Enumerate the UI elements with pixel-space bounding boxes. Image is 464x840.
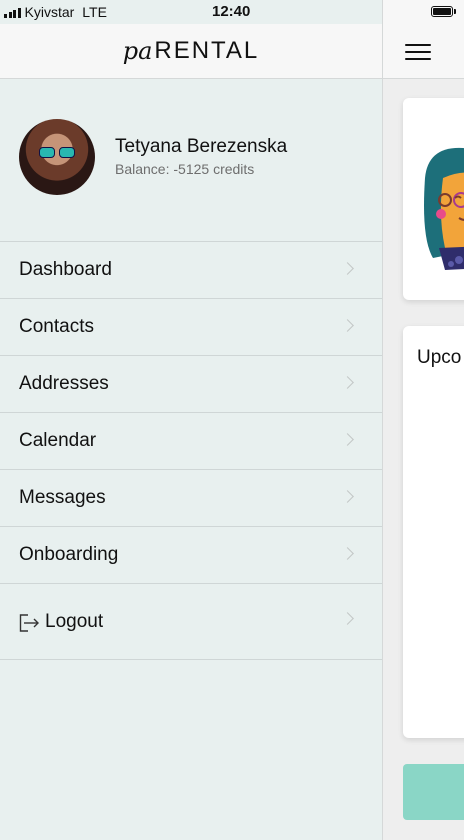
chevron-right-icon	[341, 262, 354, 275]
main-status-bar	[383, 0, 464, 24]
upcoming-card: Upco	[403, 326, 464, 738]
menu-item-label: Dashboard	[19, 259, 112, 280]
sunglasses-detail	[39, 147, 75, 158]
avatar	[19, 119, 95, 195]
network-type: LTE	[82, 4, 107, 20]
battery-cap	[454, 9, 456, 14]
chevron-right-icon	[341, 319, 354, 332]
profile-section: Tetyana Berezenska Balance: -5125 credit…	[0, 79, 382, 242]
menu-item-contacts[interactable]: Contacts	[0, 299, 382, 356]
menu-item-logout[interactable]: Logout	[0, 584, 382, 660]
illustration-card	[403, 98, 464, 300]
chevron-right-icon	[341, 490, 354, 503]
menu-item-dashboard[interactable]: Dashboard	[0, 242, 382, 299]
main-screen: Upco	[382, 0, 464, 840]
menu-item-addresses[interactable]: Addresses	[0, 356, 382, 413]
hamburger-icon[interactable]	[405, 44, 431, 60]
menu-item-label: Addresses	[19, 373, 109, 394]
logo-script-text: pa	[122, 37, 153, 65]
menu-item-label: Messages	[19, 487, 106, 508]
menu-item-label: Calendar	[19, 430, 97, 451]
primary-action-button[interactable]	[403, 764, 464, 820]
clock: 12:40	[212, 3, 251, 20]
status-bar: Kyivstar LTE 12:40	[0, 0, 382, 24]
menu-item-label: Onboarding	[19, 544, 119, 565]
character-illustration-icon	[424, 147, 464, 270]
logo-word-text: RENTAL	[154, 37, 260, 64]
menu-item-calendar[interactable]: Calendar	[0, 413, 382, 470]
chevron-right-icon	[341, 612, 354, 625]
side-drawer: Kyivstar LTE 12:40 pa RENTAL Tetyana Ber…	[0, 0, 382, 840]
chevron-right-icon	[341, 547, 354, 560]
chevron-right-icon	[341, 376, 354, 389]
logout-label: Logout	[45, 610, 104, 632]
upcoming-title: Upco	[417, 347, 462, 368]
profile-balance: Balance: -5125 credits	[115, 161, 255, 177]
menu-item-label: Contacts	[19, 316, 94, 337]
chevron-right-icon	[341, 433, 354, 446]
app-header: pa RENTAL	[0, 24, 382, 79]
menu-item-onboarding[interactable]: Onboarding	[0, 527, 382, 584]
signal-icon	[4, 7, 21, 18]
battery-icon	[431, 6, 453, 17]
logout-icon	[19, 613, 39, 632]
menu-item-messages[interactable]: Messages	[0, 470, 382, 527]
carrier-name: Kyivstar	[24, 4, 75, 20]
main-nav-bar	[383, 24, 464, 79]
profile-name: Tetyana Berezenska	[115, 136, 288, 157]
